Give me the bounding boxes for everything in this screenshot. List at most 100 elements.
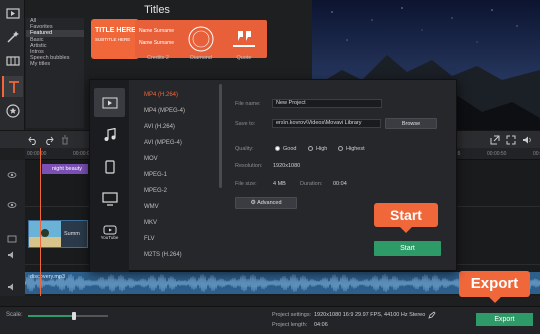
stickers-tool[interactable] bbox=[2, 100, 23, 121]
speaker-icon[interactable] bbox=[7, 282, 17, 292]
format-item[interactable]: AVI (MPEG-4) bbox=[144, 140, 182, 146]
format-item[interactable]: MP4 (H.264) bbox=[144, 92, 178, 98]
format-scrollbar[interactable] bbox=[219, 84, 222, 188]
youtube-icon bbox=[103, 225, 116, 235]
tool-sidebar bbox=[0, 0, 25, 146]
tab-devices[interactable] bbox=[94, 152, 125, 181]
popout-icon[interactable] bbox=[490, 135, 500, 145]
export-category-tabs: YouTube bbox=[90, 80, 129, 272]
project-length-label: Project length: bbox=[272, 322, 308, 328]
import-icon bbox=[5, 7, 20, 19]
tv-icon bbox=[101, 191, 118, 206]
video-track-icon bbox=[7, 235, 17, 243]
video-icon bbox=[102, 97, 117, 108]
title-clip-label: night beauty bbox=[52, 166, 82, 172]
project-settings-value: 1920x1080 16:9 29.97 FPS, 44100 Hz Stere… bbox=[314, 312, 426, 318]
music-icon bbox=[104, 127, 116, 141]
resolution-label: Resolution: bbox=[235, 163, 263, 169]
file-size-label: File size: bbox=[235, 181, 257, 187]
title-thumb-quote[interactable] bbox=[221, 20, 267, 58]
resolution-value: 1920x1080 bbox=[273, 163, 301, 169]
file-size-value: 4 MB bbox=[273, 181, 286, 187]
device-icon bbox=[104, 159, 115, 174]
transition-icon bbox=[5, 55, 20, 66]
project-settings-label: Project settings: bbox=[272, 312, 312, 318]
star-badge-icon bbox=[5, 103, 20, 118]
scale-slider-handle[interactable] bbox=[72, 312, 76, 320]
format-item[interactable]: MPEG-1 bbox=[144, 172, 167, 178]
format-item[interactable]: MPEG-2 bbox=[144, 188, 167, 194]
format-item[interactable]: FLV bbox=[144, 236, 155, 242]
scale-slider[interactable] bbox=[28, 312, 108, 320]
title-thumb-diamond[interactable] bbox=[178, 20, 224, 58]
title-thumb-credits-2[interactable]: Name Surname Name Surname bbox=[135, 20, 181, 58]
gear-icon: ⚙ bbox=[250, 200, 256, 206]
import-tool[interactable] bbox=[2, 2, 23, 23]
ruler-tick-label: 00:00:55 bbox=[533, 151, 540, 157]
category-item[interactable]: My titles bbox=[26, 61, 84, 67]
tab-youtube[interactable]: YouTube bbox=[94, 218, 125, 247]
format-item[interactable]: MKV bbox=[144, 220, 157, 226]
quality-option-label: High bbox=[316, 146, 328, 152]
advanced-label: Advanced bbox=[257, 200, 282, 206]
eye-icon[interactable] bbox=[7, 170, 17, 180]
quality-radio[interactable] bbox=[308, 146, 313, 151]
eye-icon[interactable] bbox=[7, 200, 17, 210]
redo-icon[interactable] bbox=[44, 135, 54, 145]
project-length-value: 04:06 bbox=[314, 322, 328, 328]
format-list[interactable]: MP4 (H.264) MP4 (MPEG-4) AVI (H.264) AVI (M… bbox=[130, 80, 222, 272]
filters-tool[interactable] bbox=[2, 26, 23, 47]
titles-heading: Titles bbox=[144, 4, 170, 16]
clip-thumbnail-image bbox=[29, 221, 61, 247]
advanced-button[interactable]: ⚙ Advanced bbox=[235, 197, 297, 209]
tab-audio[interactable] bbox=[94, 120, 125, 149]
duration-label: Duration: bbox=[300, 181, 323, 187]
title-thumb-text: TITLE HERE bbox=[95, 27, 136, 34]
video-clip-label: Summ bbox=[64, 231, 80, 237]
tab-video[interactable] bbox=[94, 88, 125, 117]
youtube-label: YouTube bbox=[100, 235, 119, 240]
start-button[interactable]: Start bbox=[374, 241, 441, 256]
video-clip[interactable]: Summ bbox=[28, 220, 88, 248]
export-button[interactable]: Export bbox=[476, 313, 533, 326]
transitions-tool[interactable] bbox=[2, 50, 23, 71]
magic-wand-icon bbox=[6, 30, 19, 43]
speaker-icon[interactable] bbox=[7, 250, 17, 260]
quote-icon bbox=[233, 31, 255, 47]
format-item[interactable]: MP4 (MPEG-4) bbox=[144, 108, 185, 114]
title-thumb-subtext: Name Surname bbox=[139, 40, 175, 46]
title-clip[interactable]: night beauty bbox=[42, 164, 88, 174]
fullscreen-icon[interactable] bbox=[506, 135, 516, 145]
playhead[interactable] bbox=[40, 148, 41, 296]
format-item[interactable]: AVI (H.264) bbox=[144, 124, 175, 130]
volume-icon[interactable] bbox=[522, 135, 532, 145]
scale-slider-fill bbox=[28, 315, 74, 317]
title-thumb-clean-line[interactable]: TITLE HERE SUBTITLE HERE bbox=[92, 20, 138, 58]
duration-value: 00:04 bbox=[333, 181, 347, 187]
status-bar: Scale: Project settings: 1920x1080 16:9 … bbox=[0, 306, 540, 334]
category-list: All Favorites Featured Basic Artistic Intros S… bbox=[26, 18, 84, 128]
text-t-icon bbox=[8, 80, 19, 93]
quality-label: Quality: bbox=[235, 146, 254, 152]
format-item[interactable]: MOV bbox=[144, 156, 158, 162]
pencil-icon[interactable] bbox=[428, 311, 436, 319]
export-callout: Export bbox=[459, 271, 530, 303]
save-to-input[interactable]: ers\n.kovrov\Videos\Movavi Library bbox=[272, 119, 381, 128]
format-item[interactable]: WMV bbox=[144, 204, 159, 210]
titles-tool[interactable] bbox=[2, 76, 23, 97]
quality-option-label: Highest bbox=[346, 146, 365, 152]
undo-icon[interactable] bbox=[28, 135, 38, 145]
file-name-input[interactable]: New Project bbox=[272, 99, 382, 108]
file-name-label: File name: bbox=[235, 101, 261, 107]
track-headers bbox=[0, 160, 25, 296]
trash-icon[interactable] bbox=[60, 135, 70, 145]
export-dialog: YouTube MP4 (H.264) MP4 (MPEG-4) AVI (H.26… bbox=[89, 79, 457, 272]
format-item[interactable]: M2TS (H.264) bbox=[144, 252, 182, 258]
browse-button[interactable]: Browse bbox=[385, 118, 437, 129]
title-thumb-text: Name Surname bbox=[139, 28, 175, 34]
tab-tv[interactable] bbox=[94, 184, 125, 213]
ruler-tick-label: 00:00:50 bbox=[487, 151, 507, 157]
quality-radio[interactable] bbox=[275, 146, 280, 151]
diamond-badge-icon bbox=[188, 26, 214, 52]
quality-radio[interactable] bbox=[338, 146, 343, 151]
